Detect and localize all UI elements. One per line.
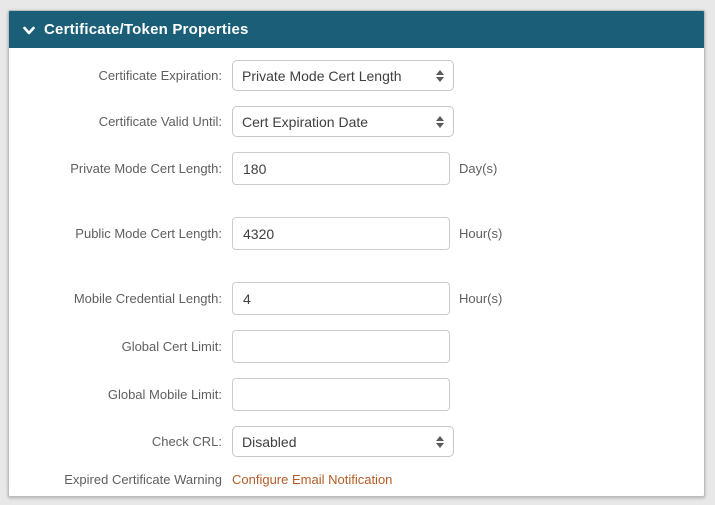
private-mode-cert-length-input[interactable] (232, 152, 450, 185)
global-cert-limit-input[interactable] (232, 330, 450, 363)
form-row-check-crl: Check CRL: Disabled (9, 426, 704, 457)
configure-email-notification-link[interactable]: Configure Email Notification (232, 472, 392, 487)
certificate-valid-until-select-wrap: Cert Expiration Date (232, 106, 454, 137)
unit-suffix: Hour(s) (459, 226, 502, 241)
form-row-private-mode-cert-length: Private Mode Cert Length: Day(s) (9, 152, 704, 185)
mobile-credential-length-label: Mobile Credential Length: (9, 291, 232, 306)
mobile-credential-length-input[interactable] (232, 282, 450, 315)
certificate-expiration-label: Certificate Expiration: (9, 68, 232, 83)
panel-header[interactable]: Certificate/Token Properties (9, 11, 704, 48)
unit-suffix: Day(s) (459, 161, 497, 176)
certificate-valid-until-select[interactable]: Cert Expiration Date (232, 106, 454, 137)
certificate-token-properties-panel: Certificate/Token Properties Certificate… (8, 10, 705, 497)
panel-title: Certificate/Token Properties (44, 21, 249, 38)
certificate-valid-until-label: Certificate Valid Until: (9, 114, 232, 129)
chevron-down-icon (23, 26, 35, 35)
form-row-global-mobile-limit: Global Mobile Limit: (9, 378, 704, 411)
panel-body: Certificate Expiration: Private Mode Cer… (9, 48, 704, 487)
check-crl-label: Check CRL: (9, 434, 232, 449)
certificate-expiration-select-wrap: Private Mode Cert Length (232, 60, 454, 91)
global-mobile-limit-input[interactable] (232, 378, 450, 411)
check-crl-select[interactable]: Disabled (232, 426, 454, 457)
form-row-certificate-valid-until: Certificate Valid Until: Cert Expiration… (9, 106, 704, 137)
global-cert-limit-label: Global Cert Limit: (9, 339, 232, 354)
form-row-certificate-expiration: Certificate Expiration: Private Mode Cer… (9, 60, 704, 91)
check-crl-select-wrap: Disabled (232, 426, 454, 457)
form-row-global-cert-limit: Global Cert Limit: (9, 330, 704, 363)
global-mobile-limit-label: Global Mobile Limit: (9, 387, 232, 402)
unit-suffix: Hour(s) (459, 291, 502, 306)
form-row-mobile-credential-length: Mobile Credential Length: Hour(s) (9, 282, 704, 315)
certificate-expiration-select[interactable]: Private Mode Cert Length (232, 60, 454, 91)
public-mode-cert-length-input[interactable] (232, 217, 450, 250)
expired-certificate-warning-label: Expired Certificate Warning (9, 472, 232, 487)
form-row-public-mode-cert-length: Public Mode Cert Length: Hour(s) (9, 217, 704, 250)
public-mode-cert-length-label: Public Mode Cert Length: (9, 226, 232, 241)
private-mode-cert-length-label: Private Mode Cert Length: (9, 161, 232, 176)
form-row-expired-certificate-warning: Expired Certificate Warning Configure Em… (9, 472, 704, 487)
